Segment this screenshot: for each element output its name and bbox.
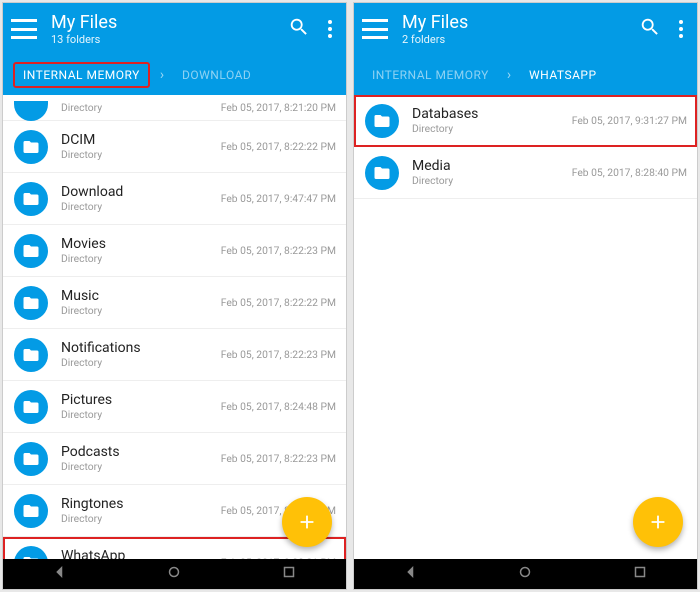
item-date: Feb 05, 2017, 8:24:48 PM [221,400,336,413]
more-icon[interactable] [328,20,332,38]
item-name: Notifications [61,340,221,356]
folder-icon [14,101,48,121]
item-date: Feb 05, 2017, 9:00:21 PM [221,556,336,559]
fab-add-button[interactable] [633,497,683,547]
item-date: Feb 05, 2017, 8:22:22 PM [221,140,336,153]
folder-icon [9,442,53,476]
list-item[interactable]: PicturesDirectoryFeb 05, 2017, 8:24:48 P… [3,381,346,433]
left-screen: My Files 13 folders INTERNAL MEMORY › DO… [2,2,347,590]
item-subtitle: Directory [412,122,572,135]
item-name: Media [412,158,572,174]
menu-icon[interactable] [362,19,388,39]
item-name: Pictures [61,392,221,408]
item-name: Ringtones [61,496,221,512]
item-date: Feb 05, 2017, 8:28:40 PM [572,166,687,179]
chevron-right-icon: › [507,67,511,83]
right-screen: My Files 2 folders INTERNAL MEMORY › WHA… [353,2,698,590]
list-item[interactable]: DCIMDirectoryFeb 05, 2017, 8:22:22 PM [3,121,346,173]
search-icon[interactable] [288,16,310,42]
item-date: Feb 05, 2017, 8:22:23 PM [221,452,336,465]
file-list[interactable]: DatabasesDirectoryFeb 05, 2017, 9:31:27 … [354,95,697,559]
list-item[interactable]: MoviesDirectoryFeb 05, 2017, 8:22:23 PM [3,225,346,277]
item-name: Download [61,184,221,200]
item-subtitle: Directory [61,200,221,213]
crumb-whatsapp[interactable]: WHATSAPP [521,64,605,86]
home-icon[interactable] [165,563,183,585]
crumb-internal-memory[interactable]: INTERNAL MEMORY [13,62,150,88]
app-title: My Files [51,12,288,33]
search-icon[interactable] [639,16,661,42]
folder-icon [9,338,53,372]
android-navbar [3,559,346,589]
item-name: Podcasts [61,444,221,460]
folder-icon [360,104,404,138]
breadcrumb: INTERNAL MEMORY › DOWNLOAD [3,55,346,95]
menu-icon[interactable] [11,19,37,39]
recents-icon[interactable] [631,563,649,585]
list-item[interactable]: PodcastsDirectoryFeb 05, 2017, 8:22:23 P… [3,433,346,485]
fab-add-button[interactable] [282,497,332,547]
item-subtitle: Directory [61,512,221,525]
android-navbar [354,559,697,589]
app-subtitle: 2 folders [402,33,639,46]
item-name: Music [61,288,221,304]
chevron-right-icon: › [160,67,164,83]
item-name: Movies [61,236,221,252]
item-subtitle: Directory [61,304,221,317]
item-name: WhatsApp [61,548,221,559]
list-item[interactable]: MediaDirectoryFeb 05, 2017, 8:28:40 PM [354,147,697,199]
back-icon[interactable] [51,563,69,585]
folder-icon [9,130,53,164]
recents-icon[interactable] [280,563,298,585]
list-item[interactable]: NotificationsDirectoryFeb 05, 2017, 8:22… [3,329,346,381]
folder-icon [9,390,53,424]
item-date: Feb 05, 2017, 8:21:20 PM [221,101,336,114]
crumb-internal-memory[interactable]: INTERNAL MEMORY [364,64,497,86]
crumb-download[interactable]: DOWNLOAD [174,64,259,86]
folder-icon [9,546,53,560]
back-icon[interactable] [402,563,420,585]
item-subtitle: Directory [61,356,221,369]
file-list[interactable]: Directory Feb 05, 2017, 8:21:20 PM DCIMD… [3,95,346,559]
folder-icon [360,156,404,190]
item-name: DCIM [61,132,221,148]
item-subtitle: Directory [61,101,221,114]
folder-icon [9,234,53,268]
item-date: Feb 05, 2017, 8:22:22 PM [221,296,336,309]
appbar-title-wrap: My Files 2 folders [402,12,639,46]
item-subtitle: Directory [61,252,221,265]
appbar: My Files 13 folders [3,3,346,55]
more-icon[interactable] [679,20,683,38]
item-subtitle: Directory [61,408,221,421]
item-subtitle: Directory [412,174,572,187]
list-item[interactable]: MusicDirectoryFeb 05, 2017, 8:22:22 PM [3,277,346,329]
list-item[interactable]: DownloadDirectoryFeb 05, 2017, 9:47:47 P… [3,173,346,225]
breadcrumb: INTERNAL MEMORY › WHATSAPP [354,55,697,95]
app-subtitle: 13 folders [51,33,288,46]
folder-icon [9,286,53,320]
list-item[interactable]: Directory Feb 05, 2017, 8:21:20 PM [3,95,346,121]
list-item[interactable]: DatabasesDirectoryFeb 05, 2017, 9:31:27 … [354,95,697,147]
folder-icon [9,182,53,216]
item-subtitle: Directory [61,148,221,161]
item-date: Feb 05, 2017, 8:22:23 PM [221,244,336,257]
item-subtitle: Directory [61,460,221,473]
item-date: Feb 05, 2017, 9:31:27 PM [572,114,687,127]
appbar-title-wrap: My Files 13 folders [51,12,288,46]
folder-icon [9,494,53,528]
item-name: Databases [412,106,572,122]
item-date: Feb 05, 2017, 8:22:23 PM [221,348,336,361]
item-date: Feb 05, 2017, 9:47:47 PM [221,192,336,205]
app-title: My Files [402,12,639,33]
home-icon[interactable] [516,563,534,585]
appbar: My Files 2 folders [354,3,697,55]
